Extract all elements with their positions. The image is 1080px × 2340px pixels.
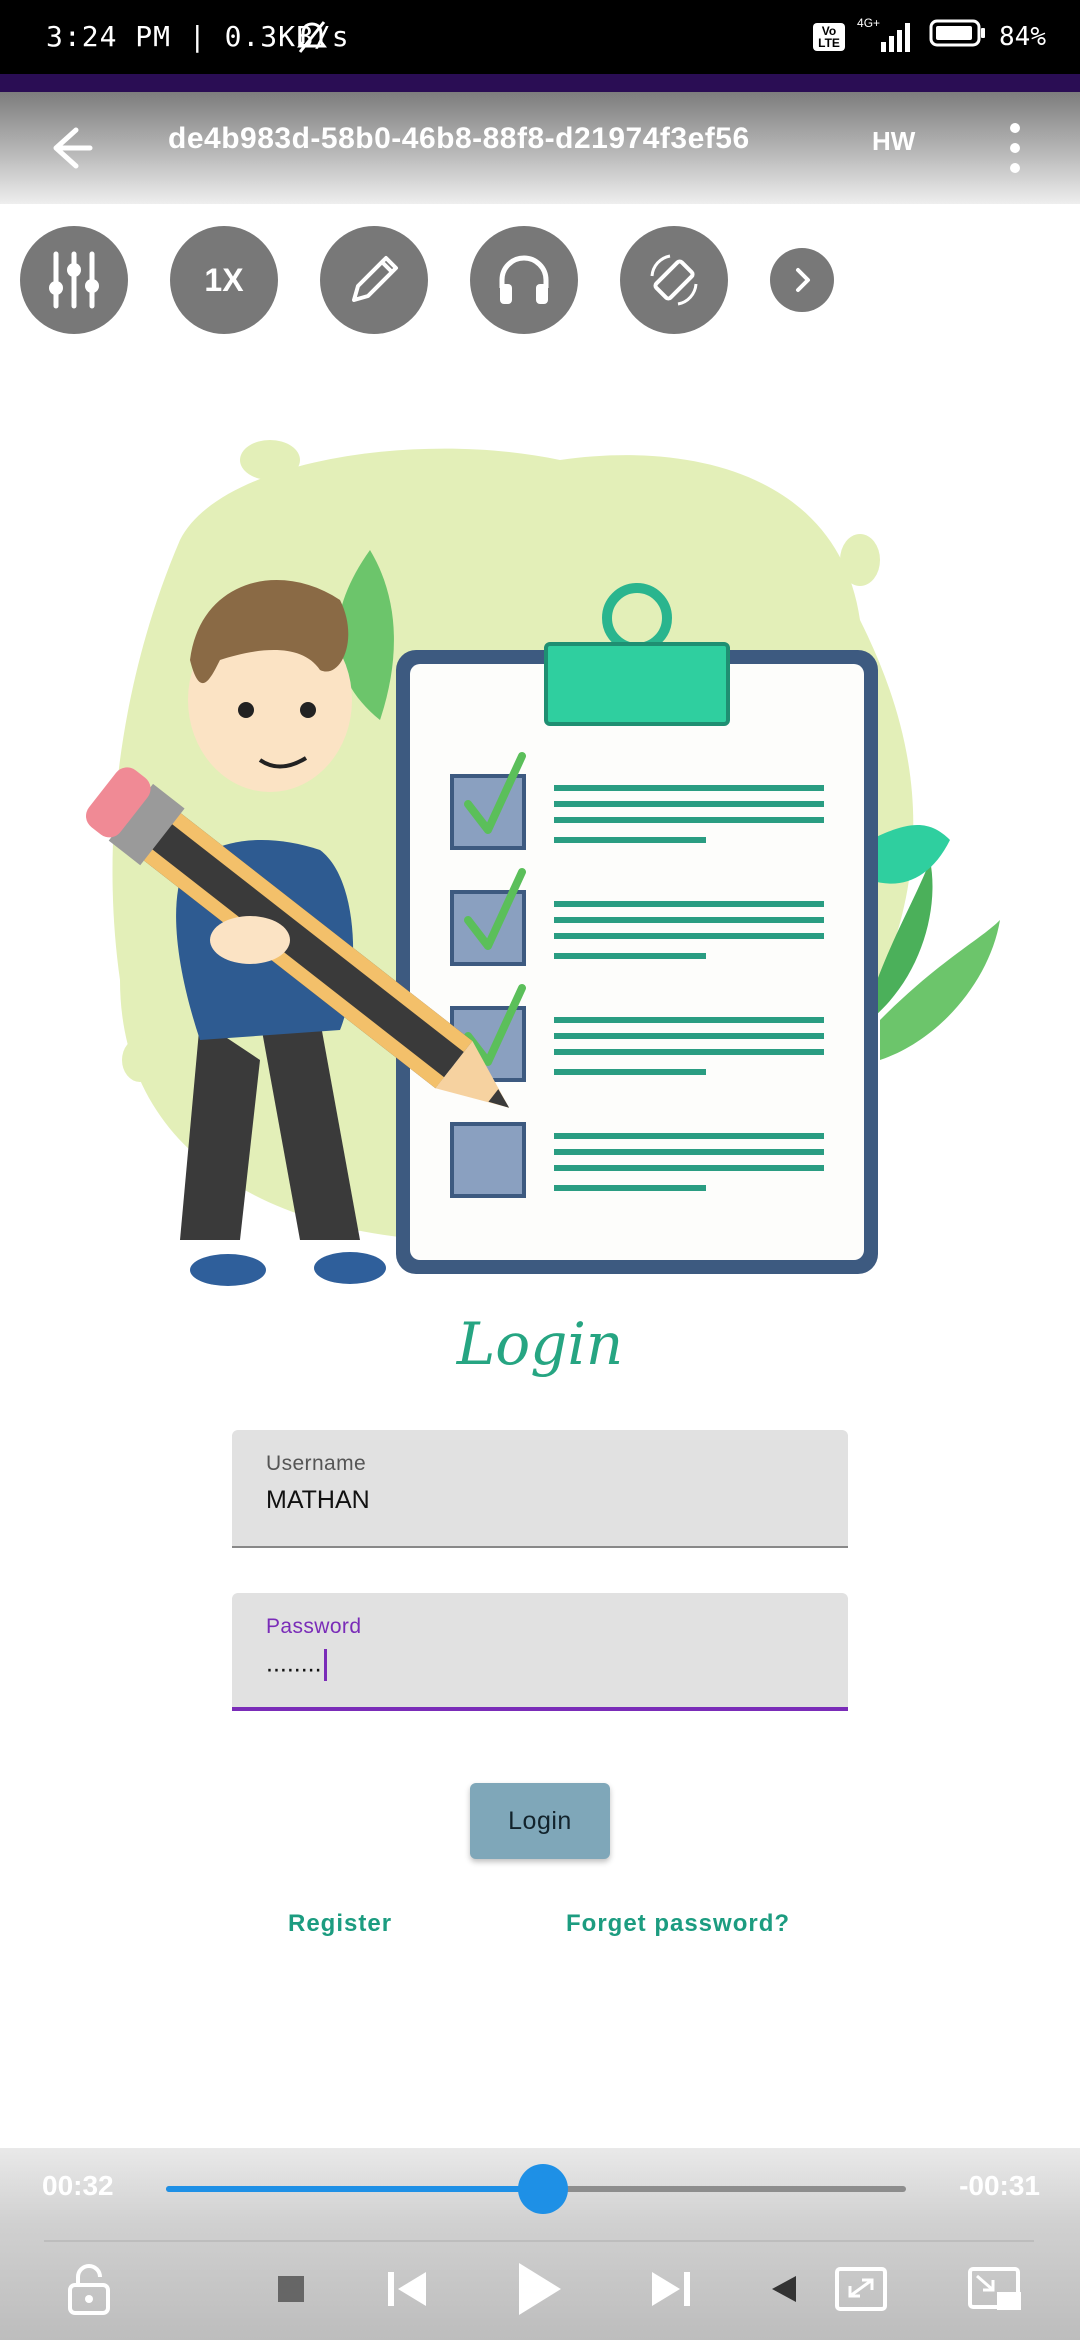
seek-thumb[interactable] <box>518 2164 569 2214</box>
password-label: Password <box>266 1615 362 1638</box>
forget-password-link[interactable]: Forget password? <box>566 1910 790 1938</box>
seek-bar[interactable] <box>166 2164 906 2214</box>
password-field[interactable]: Password ........ <box>232 1593 848 1711</box>
unlock-icon <box>68 2264 110 2315</box>
password-value: ........ <box>266 1649 322 1678</box>
skip-next-icon <box>652 2272 690 2306</box>
equalizer-button[interactable] <box>20 226 128 334</box>
stop-button[interactable] <box>256 2254 326 2324</box>
rotate-screen-icon <box>650 254 698 306</box>
login-button[interactable]: Login <box>470 1783 610 1859</box>
lock-button[interactable] <box>54 2254 124 2324</box>
mute-icon <box>296 20 328 61</box>
previous-button[interactable] <box>372 2254 442 2324</box>
expand-icon <box>835 2267 887 2311</box>
player-controls: 00:32 -00:31 <box>0 2148 1080 2340</box>
draw-button[interactable] <box>320 226 428 334</box>
register-link[interactable]: Register <box>288 1910 392 1938</box>
chevron-right-icon <box>796 268 810 292</box>
login-title: Login <box>456 1310 624 1378</box>
more-options-button[interactable] <box>1000 114 1030 184</box>
app-strip <box>0 74 1080 92</box>
pencil-icon <box>352 256 398 302</box>
text-cursor <box>323 1649 327 1681</box>
arrow-left-icon <box>53 127 93 169</box>
video-title: de4b983d-58b0-46b8-88f8-d21974f3ef56 <box>168 122 750 155</box>
player-toolbar: 1X <box>0 226 1080 336</box>
checklist-illustration <box>85 440 1000 1286</box>
speed-label: 1X <box>204 261 244 298</box>
headphones-icon <box>499 255 549 304</box>
collapse-controls-button[interactable] <box>748 2254 818 2324</box>
controls-divider <box>44 2240 1034 2242</box>
pip-icon <box>968 2267 1021 2310</box>
battery-icon <box>929 18 987 55</box>
player-top-bar: de4b983d-58b0-46b8-88f8-d21974f3ef56 HW <box>0 92 1080 204</box>
play-button[interactable] <box>502 2254 572 2324</box>
elapsed-time: 00:32 <box>42 2170 114 2201</box>
back-button[interactable] <box>40 118 100 178</box>
hw-decoder-button[interactable]: HW <box>872 126 915 157</box>
remaining-time: -00:31 <box>959 2170 1040 2201</box>
play-icon <box>519 2263 561 2315</box>
more-tools-button[interactable] <box>770 248 834 312</box>
username-label: Username <box>266 1452 367 1475</box>
status-bar: 3:24 PM | 0.3KB/s Vo LTE 4G+ 84% <box>0 0 1080 78</box>
equalizer-icon <box>49 251 99 309</box>
triangle-left-icon <box>772 2276 796 2302</box>
fullscreen-button[interactable] <box>826 2254 896 2324</box>
skip-previous-icon <box>388 2272 426 2306</box>
username-value: MATHAN <box>266 1486 370 1514</box>
battery-level: 84% <box>999 21 1046 52</box>
stop-icon <box>278 2276 304 2302</box>
more-vertical-icon <box>1010 123 1020 173</box>
signal-icon: 4G+ <box>857 16 917 54</box>
username-field[interactable]: Username MATHAN <box>232 1430 848 1548</box>
rotate-screen-button[interactable] <box>620 226 728 334</box>
seek-progress <box>166 2186 544 2192</box>
playback-speed-button[interactable]: 1X <box>170 226 278 334</box>
next-button[interactable] <box>636 2254 706 2324</box>
audio-track-button[interactable] <box>470 226 578 334</box>
volte-badge: Vo LTE <box>813 22 846 51</box>
picture-in-picture-button[interactable] <box>960 2254 1030 2324</box>
